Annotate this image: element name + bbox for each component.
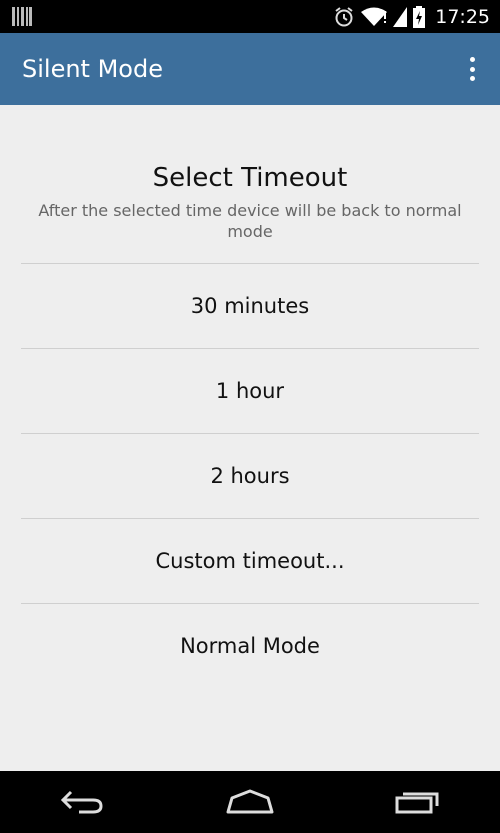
- back-button[interactable]: [53, 782, 113, 822]
- option-1-hour[interactable]: 1 hour: [21, 349, 479, 433]
- navigation-bar: [0, 771, 500, 833]
- wifi-icon: [361, 7, 388, 26]
- battery-charging-icon: [413, 5, 426, 28]
- status-bar: 17:25: [0, 0, 500, 33]
- option-30-minutes[interactable]: 30 minutes: [21, 264, 479, 348]
- dialog-title: Select Timeout: [152, 163, 348, 193]
- home-button[interactable]: [220, 782, 280, 822]
- clock: 17:25: [435, 5, 490, 28]
- recents-icon: [395, 792, 439, 814]
- barcode-icon: [12, 7, 32, 26]
- barcode-notification: [12, 6, 32, 27]
- recents-button[interactable]: [387, 782, 447, 822]
- signal-icon: [393, 6, 408, 27]
- option-custom-timeout[interactable]: Custom timeout...: [21, 519, 479, 603]
- content-area: Select Timeout After the selected time d…: [0, 105, 500, 771]
- app-bar: Silent Mode: [0, 33, 500, 105]
- timeout-option-list: 30 minutes 1 hour 2 hours Custom timeout…: [21, 263, 479, 688]
- option-normal-mode[interactable]: Normal Mode: [21, 604, 479, 688]
- option-2-hours[interactable]: 2 hours: [21, 434, 479, 518]
- home-icon: [226, 789, 274, 814]
- alarm-icon: [335, 6, 353, 26]
- overflow-menu-icon[interactable]: [460, 55, 484, 83]
- dialog-subtitle: After the selected time device will be b…: [38, 201, 462, 241]
- app-title: Silent Mode: [22, 55, 163, 83]
- back-icon: [61, 790, 103, 814]
